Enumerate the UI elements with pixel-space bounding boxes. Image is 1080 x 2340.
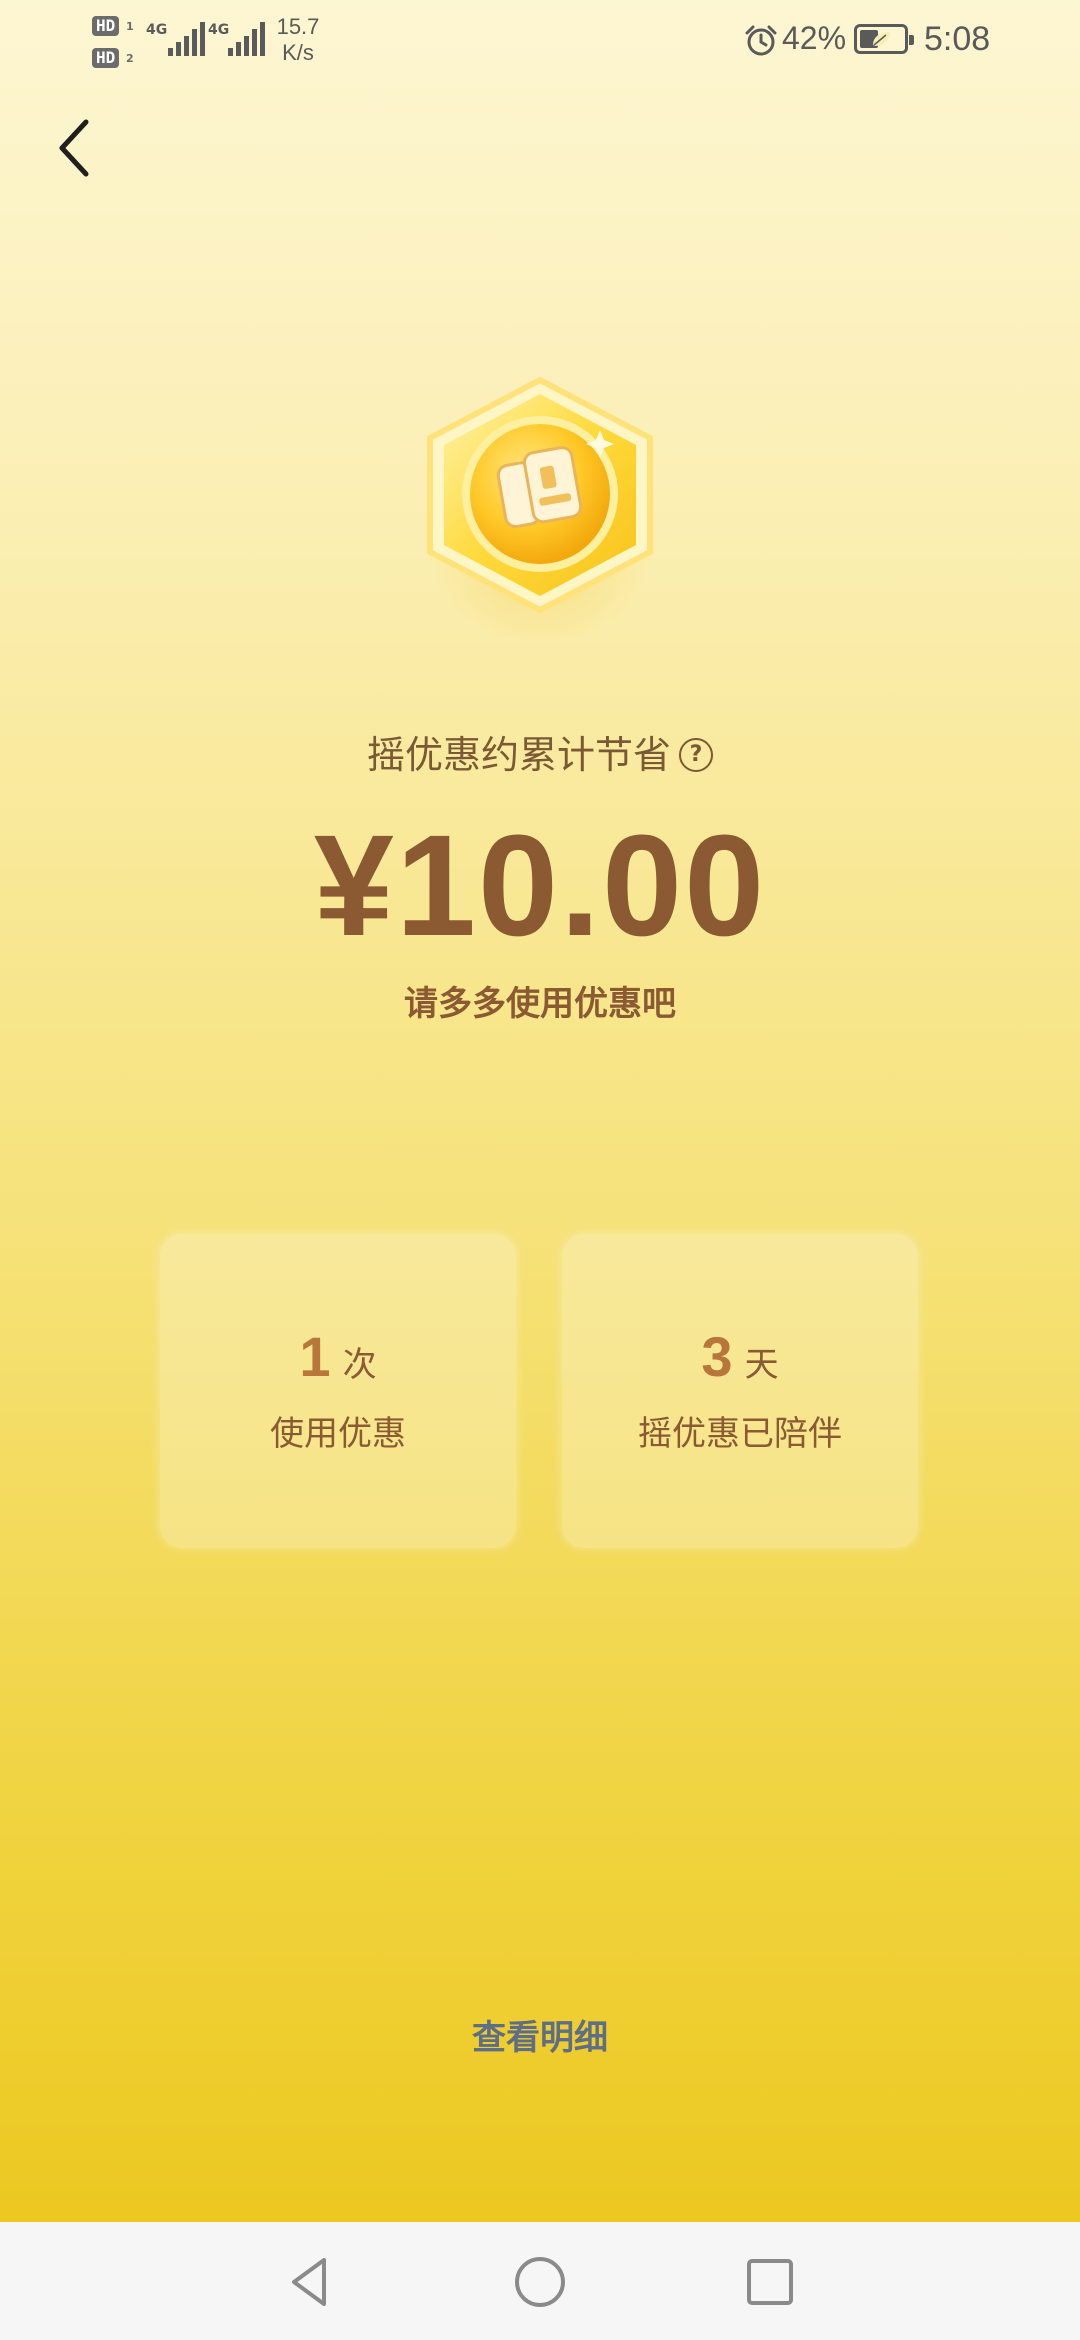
home-circle-icon[interactable] (510, 2252, 570, 2312)
sim1-hd-badge: HD (92, 16, 120, 36)
usage-count-unit: 次 (342, 1345, 377, 1385)
chevron-left-icon (59, 119, 89, 177)
savings-amount: ¥10.00 (313, 805, 767, 966)
days-accompanied-stat: 3天 (562, 1324, 918, 1389)
alarm-icon (745, 25, 777, 56)
usage-count-stat: 1次 (160, 1324, 516, 1389)
savings-title-text: 摇优惠约累计节省 (366, 733, 671, 777)
network-type-1: 4G (146, 22, 168, 38)
app-screen: HD 1 HD 2 4G 4G 15.7 K/s 42% 5:08 摇优惠约累计… (0, 0, 1080, 2222)
usage-count-value: 1 (299, 1325, 331, 1388)
clock-time: 5:08 (924, 20, 991, 58)
sim1-index: 1 (126, 20, 134, 33)
usage-count-card: 1次 使用优惠 (160, 1234, 516, 1548)
sim2-hd-badge: HD (92, 48, 120, 68)
leaf-icon (873, 32, 890, 46)
system-navigation-bar (0, 2222, 1080, 2340)
status-bar: HD 1 HD 2 4G 4G 15.7 K/s 42% 5:08 (0, 0, 1080, 90)
savings-title: 摇优惠约累计节省? (0, 724, 1080, 779)
battery-icon (854, 24, 914, 54)
usage-count-label: 使用优惠 (270, 1414, 406, 1454)
sim2-index: 2 (126, 52, 134, 65)
back-triangle-icon[interactable] (280, 2252, 340, 2312)
hexagon-coin-icon (427, 376, 653, 640)
days-accompanied-label: 摇优惠已陪伴 (638, 1414, 842, 1454)
view-details-link[interactable]: 查看明细 (0, 2010, 1080, 2059)
days-accompanied-value: 3 (701, 1325, 733, 1388)
recents-square-icon[interactable] (740, 2252, 800, 2312)
days-accompanied-card: 3天 摇优惠已陪伴 (562, 1234, 918, 1548)
network-type-2: 4G (208, 22, 230, 38)
savings-tagline: 请多多使用优惠吧 (404, 984, 676, 1024)
speed-value: 15.7 (276, 14, 320, 39)
network-speed: 15.7 K/s (270, 14, 326, 66)
signal-icon (168, 22, 205, 56)
help-icon[interactable]: ? (679, 737, 713, 772)
signal-icon (228, 22, 265, 56)
days-accompanied-unit: 天 (744, 1345, 779, 1385)
battery-percent: 42% (782, 20, 847, 56)
back-button[interactable] (48, 112, 104, 182)
speed-unit: K/s (282, 40, 314, 65)
